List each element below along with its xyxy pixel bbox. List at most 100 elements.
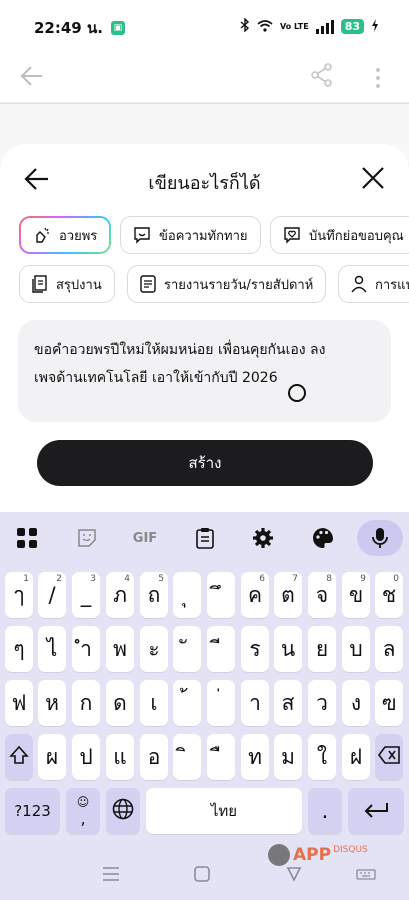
create-button[interactable]: สร้าง xyxy=(37,440,373,486)
more-options-icon[interactable] xyxy=(375,64,381,92)
key[interactable]: ไ xyxy=(38,626,66,672)
watermark-app: APP xyxy=(293,845,332,865)
key[interactable]: ุ xyxy=(173,572,201,618)
key[interactable]: ฝ xyxy=(342,734,370,780)
key[interactable]: ท xyxy=(241,734,269,780)
chip-greeting[interactable]: ข้อความทักทาย xyxy=(120,216,261,254)
key[interactable]: ป xyxy=(72,734,100,780)
mic-icon[interactable] xyxy=(357,520,403,556)
key[interactable]: ง xyxy=(342,680,370,726)
recent-apps-icon[interactable] xyxy=(102,866,120,886)
key[interactable]: พ xyxy=(106,626,134,672)
back-arrow-icon[interactable] xyxy=(18,62,46,94)
notification-icon: ▣ xyxy=(110,21,125,35)
key[interactable]: 1ๅ xyxy=(5,572,33,618)
watermark-circle-icon xyxy=(268,844,290,866)
key[interactable]: น xyxy=(274,626,302,672)
gif-button[interactable]: GIF xyxy=(130,524,160,552)
key[interactable]: 2/ xyxy=(38,572,66,618)
key[interactable]: า xyxy=(241,680,269,726)
watermark-logo: APP DISQUS xyxy=(268,844,368,866)
shift-key[interactable] xyxy=(5,734,33,780)
emoji-comma-key[interactable]: ☺ , xyxy=(66,788,100,834)
chip-blessing[interactable]: อวยพร xyxy=(19,216,111,254)
key[interactable]: ห xyxy=(38,680,66,726)
close-icon[interactable] xyxy=(361,166,385,194)
report-icon xyxy=(140,275,156,293)
key[interactable]: 5ถ xyxy=(140,572,168,618)
key[interactable]: 0ช xyxy=(375,572,403,618)
comma-label: , xyxy=(80,808,86,828)
status-bar: 22:49 น. ▣ Vo LTE 83 xyxy=(0,0,409,56)
shift-arrow-icon xyxy=(9,745,29,770)
prompt-input[interactable]: ขอคำอวยพรปีใหม่ให้ผมหน่อย เพื่อนคุยกันเอ… xyxy=(18,320,391,422)
key[interactable]: ใ xyxy=(308,734,336,780)
key[interactable]: 7ต xyxy=(274,572,302,618)
status-icons: Vo LTE 83 xyxy=(240,17,379,35)
key[interactable]: ะ xyxy=(140,626,168,672)
key-hint: 5 xyxy=(158,574,164,584)
key-label: / xyxy=(48,583,56,607)
chip-work-summary[interactable]: สรุปงาน xyxy=(19,265,115,303)
key[interactable]: ่ xyxy=(207,680,235,726)
enter-key[interactable] xyxy=(348,788,404,834)
watermark-name: DISQUS xyxy=(333,845,368,855)
key[interactable]: 8จ xyxy=(308,572,336,618)
key[interactable]: ฟ xyxy=(5,680,33,726)
key[interactable]: ย xyxy=(308,626,336,672)
chip-label: สรุปงาน xyxy=(56,277,102,293)
settings-gear-icon[interactable] xyxy=(250,524,276,552)
key[interactable]: ม xyxy=(274,734,302,780)
key-hint: 4 xyxy=(124,574,130,584)
share-icon[interactable] xyxy=(309,62,335,92)
chip-daily-weekly-report[interactable]: รายงานรายวัน/รายสัปดาห์ xyxy=(127,265,327,303)
period-key[interactable]: . xyxy=(308,788,342,834)
key[interactable]: ิ xyxy=(173,734,201,780)
key[interactable]: 4ภ xyxy=(106,572,134,618)
home-icon[interactable] xyxy=(194,866,210,886)
key[interactable]: บ xyxy=(342,626,370,672)
key[interactable]: เ xyxy=(140,680,168,726)
chip-thank-you-note[interactable]: บันทึกย่อขอบคุณ xyxy=(270,216,409,254)
key[interactable]: ฃ xyxy=(375,680,403,726)
key[interactable]: อ xyxy=(140,734,168,780)
key[interactable]: ี xyxy=(207,626,235,672)
key[interactable]: ร xyxy=(241,626,269,672)
key[interactable]: ส xyxy=(274,680,302,726)
key[interactable]: 9ข xyxy=(342,572,370,618)
write-anything-sheet: เขียนอะไรก็ได้ อวยพร ข้อความทักทาย บันทึ… xyxy=(0,144,409,514)
key[interactable]: ๆ xyxy=(5,626,33,672)
chip-label: อวยพร xyxy=(59,228,98,244)
key[interactable]: 6ค xyxy=(241,572,269,618)
prompt-text-line1: ขอคำอวยพรปีใหม่ให้ผมหน่อย เพื่อนคุยกันเอ… xyxy=(34,342,326,358)
emoji-icon: ☺ xyxy=(76,794,90,809)
key[interactable]: ด xyxy=(106,680,134,726)
apps-grid-icon[interactable] xyxy=(14,524,40,552)
key[interactable]: ก xyxy=(72,680,100,726)
key-hint: 7 xyxy=(292,574,298,584)
key[interactable]: แ xyxy=(106,734,134,780)
sticker-icon[interactable] xyxy=(74,524,100,552)
key[interactable]: 3 _ xyxy=(72,572,100,618)
charging-icon xyxy=(371,18,379,35)
keyboard-hide-icon[interactable] xyxy=(356,868,376,887)
globe-icon xyxy=(112,798,134,825)
symbols-key[interactable]: ?123 xyxy=(5,788,60,834)
key[interactable]: ว xyxy=(308,680,336,726)
key[interactable]: ั xyxy=(173,626,201,672)
space-bar[interactable]: ไทย xyxy=(146,788,302,834)
theme-palette-icon[interactable] xyxy=(310,524,336,552)
key-hint: 1 xyxy=(23,574,29,584)
key[interactable]: ผ xyxy=(38,734,66,780)
chip-more[interactable]: การแน xyxy=(338,265,409,303)
backspace-key[interactable] xyxy=(375,734,403,780)
key[interactable]: ื xyxy=(207,734,235,780)
key[interactable]: ึ xyxy=(207,572,235,618)
chip-label: การแน xyxy=(375,277,409,293)
language-globe-key[interactable] xyxy=(106,788,140,834)
key[interactable]: ้ xyxy=(173,680,201,726)
key[interactable]: ล xyxy=(375,626,403,672)
clipboard-icon[interactable] xyxy=(192,524,218,552)
key[interactable]: ำ xyxy=(72,626,100,672)
back-triangle-icon[interactable] xyxy=(286,866,302,886)
